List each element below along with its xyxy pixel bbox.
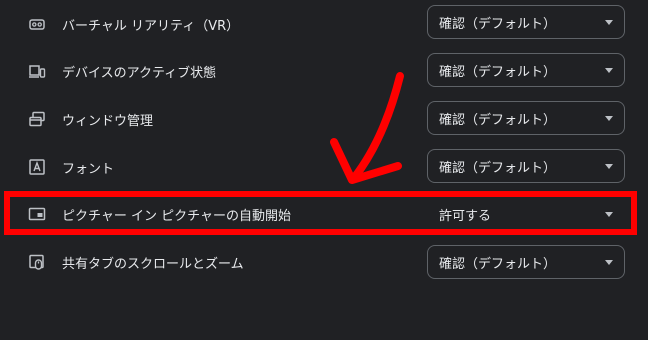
font-icon [28,158,46,176]
permission-select[interactable]: 確認（デフォルト） [427,149,625,183]
permission-select[interactable]: 確認（デフォルト） [427,53,625,87]
chevron-down-icon [605,68,613,73]
window-management-icon [28,110,46,128]
mouse-scroll-icon [28,253,46,271]
permission-select-value: 確認（デフォルト） [439,256,557,272]
permission-select[interactable]: 確認（デフォルト） [427,5,625,39]
setting-row-window-management: ウィンドウ管理 確認（デフォルト） [0,95,648,143]
chevron-down-icon [605,164,613,169]
vr-headset-icon [28,15,46,33]
setting-label: ウィンドウ管理 [62,113,154,129]
picture-in-picture-icon [28,205,46,223]
setting-label: バーチャル リアリティ（VR） [62,18,240,34]
permission-select-value: 確認（デフォルト） [439,112,557,128]
permission-select[interactable]: 確認（デフォルト） [427,101,625,135]
chevron-down-icon [605,20,613,25]
setting-label: デバイスのアクティブ状態 [62,65,217,81]
setting-label: 共有タブのスクロールとズーム [62,256,244,272]
chevron-down-icon [605,116,613,121]
setting-row-device-activity: デバイスのアクティブ状態 確認（デフォルト） [0,47,648,95]
setting-label: ピクチャー イン ピクチャーの自動開始 [62,208,292,224]
setting-row-picture-in-picture: ピクチャー イン ピクチャーの自動開始 許可する [0,190,648,238]
setting-row-fonts: フォント 確認（デフォルト） [0,143,648,191]
permission-select[interactable]: 許可する [427,197,625,231]
setting-row-vr: バーチャル リアリティ（VR） 確認（デフォルト） [0,0,648,48]
permission-select-value: 確認（デフォルト） [439,16,557,32]
chevron-down-icon [605,260,613,265]
setting-label: フォント [62,161,115,177]
devices-icon [28,62,46,80]
permission-select-value: 確認（デフォルト） [439,64,557,80]
permission-select[interactable]: 確認（デフォルト） [427,245,625,279]
setting-row-shared-tab-scroll-zoom: 共有タブのスクロールとズーム 確認（デフォルト） [0,238,648,286]
chevron-down-icon [605,212,613,217]
permission-select-value: 許可する [439,208,492,224]
permission-select-value: 確認（デフォルト） [439,160,557,176]
